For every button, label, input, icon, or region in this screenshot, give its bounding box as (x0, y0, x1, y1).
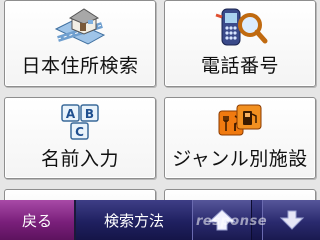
house-crossroad-icon (54, 7, 106, 51)
genre-facility-label: ジャンル別施設 (172, 148, 308, 170)
address-search-button[interactable]: 日本住所検索 (4, 0, 156, 87)
abc-blocks-icon: A B C (60, 103, 100, 145)
search-method-button[interactable]: 検索方法 (78, 200, 190, 240)
scroll-down-button[interactable] (262, 200, 320, 240)
phone-number-label: 電話番号 (200, 55, 279, 77)
restaurant-fuel-icon (217, 103, 263, 143)
abc-letter-a: A (66, 107, 76, 121)
watermark: response (196, 214, 268, 229)
name-entry-label: 名前入力 (40, 148, 119, 170)
abc-letter-b: B (85, 107, 94, 121)
search-menu-screen: 日本住所検索 電話番号 A B C 名前入力 ジャンル別施設 戻る 検索方法 r… (0, 0, 320, 240)
back-button[interactable]: 戻る (0, 200, 76, 240)
address-search-label: 日本住所検索 (21, 55, 139, 77)
back-button-label: 戻る (21, 211, 52, 230)
genre-facility-button[interactable]: ジャンル別施設 (164, 97, 316, 179)
search-method-label: 検索方法 (103, 211, 164, 230)
name-entry-button[interactable]: A B C 名前入力 (4, 97, 156, 179)
phone-number-button[interactable]: 電話番号 (164, 0, 316, 87)
scroll-down-icon (279, 210, 304, 230)
abc-letter-c: C (75, 125, 84, 139)
phone-magnifier-icon (212, 5, 268, 53)
